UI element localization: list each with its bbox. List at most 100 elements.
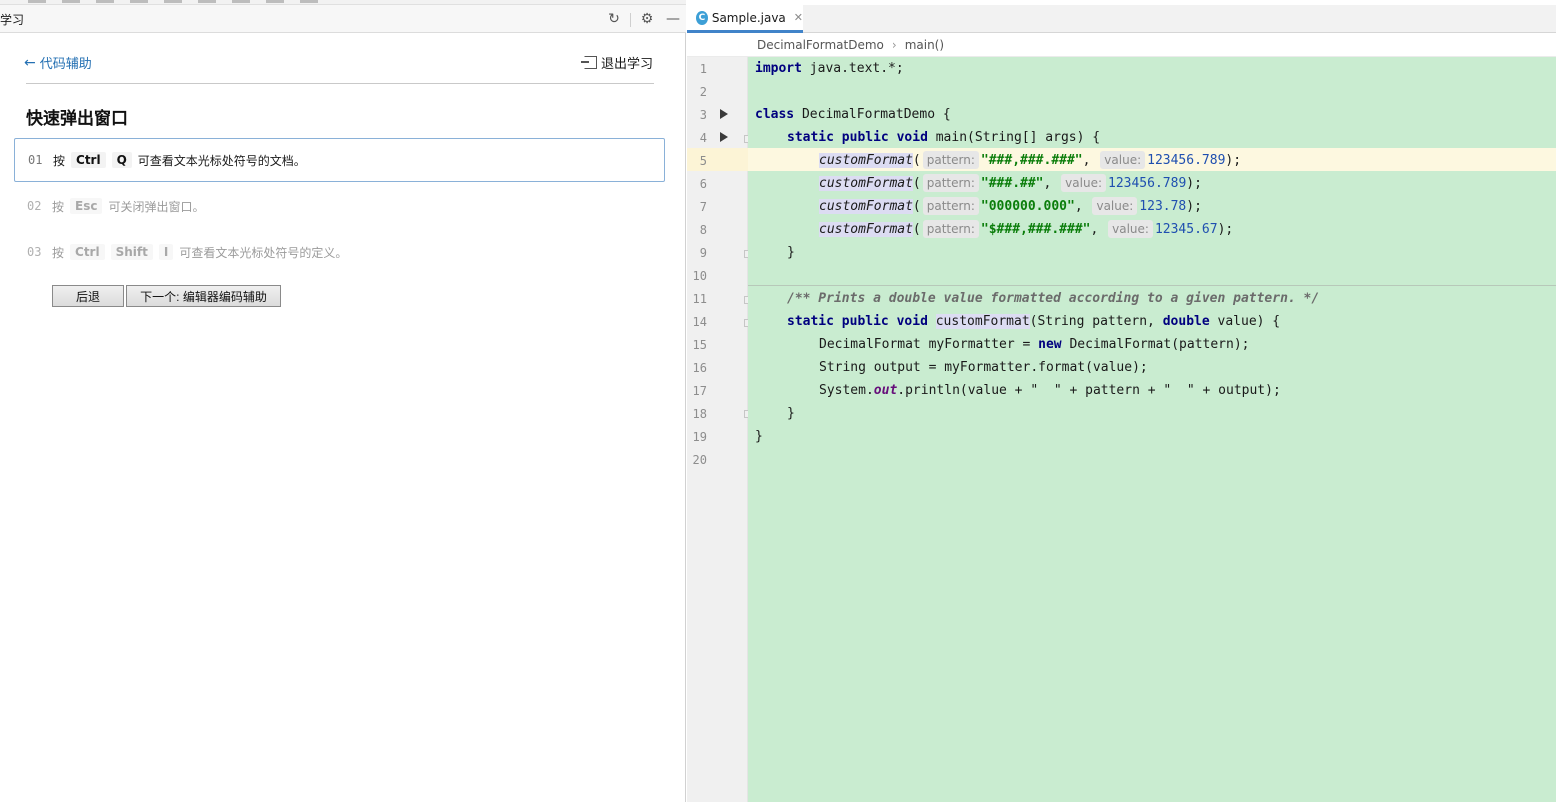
keyword: void: [896, 130, 928, 145]
method-call: customFormat: [819, 222, 913, 237]
code-line-18: }: [787, 402, 795, 425]
key-q: Q: [111, 152, 132, 168]
next-lesson-button[interactable]: 下一个: 编辑器编码辅助: [126, 285, 281, 307]
code-line-6: customFormat(pattern: "###.##", value: 123…: [819, 174, 1202, 192]
string-literal: "###,###.###": [980, 153, 1083, 168]
line-number: 3: [699, 108, 707, 122]
exit-icon: [580, 56, 597, 69]
key-ctrl: Ctrl: [70, 244, 105, 260]
code-text: DecimalFormat(pattern);: [1061, 337, 1250, 352]
line-number: 5: [699, 154, 707, 168]
number-literal: 123456.789: [1108, 176, 1187, 191]
line-number: 6: [699, 177, 707, 191]
method-call: customFormat: [819, 153, 913, 168]
lesson-step-1: 01 按 Ctrl Q 可查看文本光标处符号的文档。: [14, 138, 665, 182]
doc-comment: /** Prints a double value formatted acco…: [787, 291, 1320, 306]
line-number: 15: [692, 338, 707, 352]
breadcrumb-class[interactable]: DecimalFormatDemo: [757, 38, 884, 52]
code-text: DecimalFormat myFormatter =: [819, 337, 1039, 352]
keyword: class: [755, 107, 795, 122]
string-literal: "###.##": [980, 176, 1044, 191]
breadcrumb: DecimalFormatDemo › main(): [687, 33, 1556, 57]
code-text: .println(value + " " + pattern + " " + o…: [897, 383, 1281, 398]
param-hint: pattern:: [922, 220, 979, 238]
method-call: customFormat: [819, 199, 913, 214]
line-number: 14: [692, 315, 707, 329]
keyword: static: [787, 130, 834, 145]
code-content[interactable]: import java.text.*; class DecimalFormatD…: [748, 57, 1556, 802]
close-icon[interactable]: ✕: [794, 11, 803, 24]
method-call: customFormat: [819, 176, 913, 191]
code-line-4: static public void main(String[] args) {: [787, 126, 1100, 149]
keyword: new: [1038, 337, 1062, 352]
keyword: public: [841, 130, 889, 145]
code-line-8: customFormat(pattern: "$###,###.###", val…: [819, 220, 1234, 238]
number-literal: 123456.789: [1147, 153, 1226, 168]
back-to-code-assist-link[interactable]: ← 代码辅助: [24, 53, 92, 73]
chevron-right-icon: ›: [891, 37, 897, 52]
run-class-icon[interactable]: [720, 109, 728, 119]
lesson-step-2: 02 按 Esc 可关闭弹出窗口。: [14, 184, 665, 228]
line-number: 4: [699, 131, 707, 145]
minimize-icon[interactable]: —: [664, 10, 682, 28]
code-editor: C Sample.java ✕ DecimalFormatDemo › main…: [687, 0, 1556, 802]
line-number: 8: [699, 223, 707, 237]
line-number: 18: [692, 407, 707, 421]
editor-gutter: 1 2 3 4 5 6 7 8 9 10 11 14 15 16 17 18 1…: [687, 57, 772, 802]
code-line-7: customFormat(pattern: "000000.000", value…: [819, 197, 1202, 215]
step-prefix: 按: [53, 153, 66, 168]
line-number: 7: [699, 200, 707, 214]
param-hint: value:: [1061, 174, 1106, 192]
string-literal: "000000.000": [980, 199, 1075, 214]
tab-filename: Sample.java: [711, 10, 786, 25]
code-line-15: DecimalFormat myFormatter = new DecimalF…: [819, 333, 1249, 356]
lesson-step-3: 03 按 Ctrl Shift I 可查看文本光标处符号的定义。: [14, 230, 665, 274]
param-hint: value:: [1108, 220, 1153, 238]
learn-panel-title: 学习: [0, 13, 25, 27]
step-number: 02: [27, 199, 42, 213]
breadcrumb-method[interactable]: main(): [905, 38, 944, 52]
code-text: }: [787, 406, 795, 421]
run-main-icon[interactable]: [720, 132, 728, 142]
step-prefix: 按: [52, 199, 65, 214]
number-literal: 12345.67: [1154, 222, 1218, 237]
code-text: String output = myFormatter.format(value…: [819, 360, 1148, 375]
keyword: public: [841, 314, 889, 329]
code-line-1: import java.text.*;: [755, 57, 904, 80]
number-literal: 123.78: [1139, 199, 1187, 214]
back-button[interactable]: 后退: [52, 285, 124, 307]
code-line-16: String output = myFormatter.format(value…: [819, 356, 1148, 379]
lesson-title: 快速弹出窗口: [26, 109, 128, 129]
exit-learning-link[interactable]: 退出学习: [580, 53, 653, 72]
line-number: 11: [692, 292, 707, 306]
tab-sample-java[interactable]: C Sample.java ✕: [687, 5, 803, 33]
step-number: 03: [27, 245, 42, 259]
code-text: }: [787, 245, 795, 260]
method-separator: [748, 285, 1556, 286]
learn-panel-header: 学习 ↻ ⚙ —: [0, 5, 686, 33]
line-number: 16: [692, 361, 707, 375]
param-hint: value:: [1100, 151, 1146, 169]
restart-icon[interactable]: ↻: [605, 10, 623, 28]
code-text: main(String[] args) {: [927, 130, 1101, 145]
code-text: (String pattern,: [1029, 314, 1163, 329]
code-line-17: System.out.println(value + " " + pattern…: [819, 379, 1281, 402]
keyword: double: [1162, 314, 1210, 329]
step-text: 可关闭弹出窗口。: [108, 199, 205, 214]
step-text: 可查看文本光标处符号的文档。: [137, 153, 306, 168]
keyword: void: [896, 314, 928, 329]
code-line-14: static public void customFormat(String p…: [787, 310, 1280, 333]
keyword: import: [755, 61, 802, 76]
code-line-11: /** Prints a double value formatted acco…: [787, 287, 1319, 310]
key-ctrl: Ctrl: [71, 152, 106, 168]
param-hint: pattern:: [922, 174, 979, 192]
gear-icon[interactable]: ⚙: [638, 10, 656, 28]
divider: [26, 83, 654, 84]
static-field: out: [873, 383, 898, 398]
header-separator: [630, 13, 631, 27]
key-esc: Esc: [70, 198, 103, 214]
line-number: 20: [692, 453, 707, 467]
line-number: 17: [692, 384, 707, 398]
line-number: 2: [699, 85, 707, 99]
line-number: 10: [692, 269, 707, 283]
